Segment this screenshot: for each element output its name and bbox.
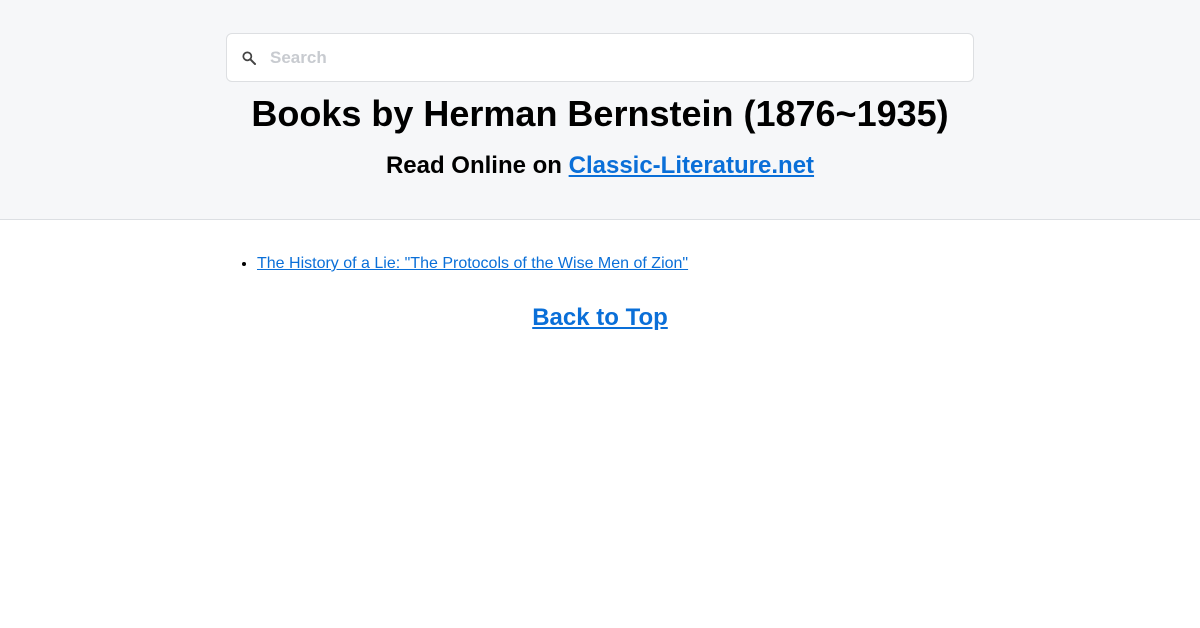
book-list: The History of a Lie: "The Protocols of …	[239, 252, 688, 276]
subtitle-prefix: Read Online on	[385, 152, 569, 179]
search-input[interactable]	[270, 42, 950, 73]
list-item: The History of a Lie: "The Protocols of …	[257, 252, 688, 276]
search-icon	[240, 49, 258, 67]
page-title: Books by Herman Bernstein (1876~1935)	[251, 93, 949, 134]
back-to-top-link[interactable]: Back to Top	[532, 304, 668, 331]
book-link[interactable]: The History of a Lie: "The Protocols of …	[257, 255, 688, 272]
search-box[interactable]	[226, 33, 974, 82]
header: Books by Herman Bernstein (1876~1935) Re…	[0, 0, 1200, 220]
subtitle: Read Online on Classic-Literature.net	[0, 150, 1200, 182]
back-to-top-container: Back to Top	[0, 302, 1200, 334]
site-link[interactable]: Classic-Literature.net	[569, 152, 814, 179]
main-content: The History of a Lie: "The Protocols of …	[0, 220, 1200, 627]
